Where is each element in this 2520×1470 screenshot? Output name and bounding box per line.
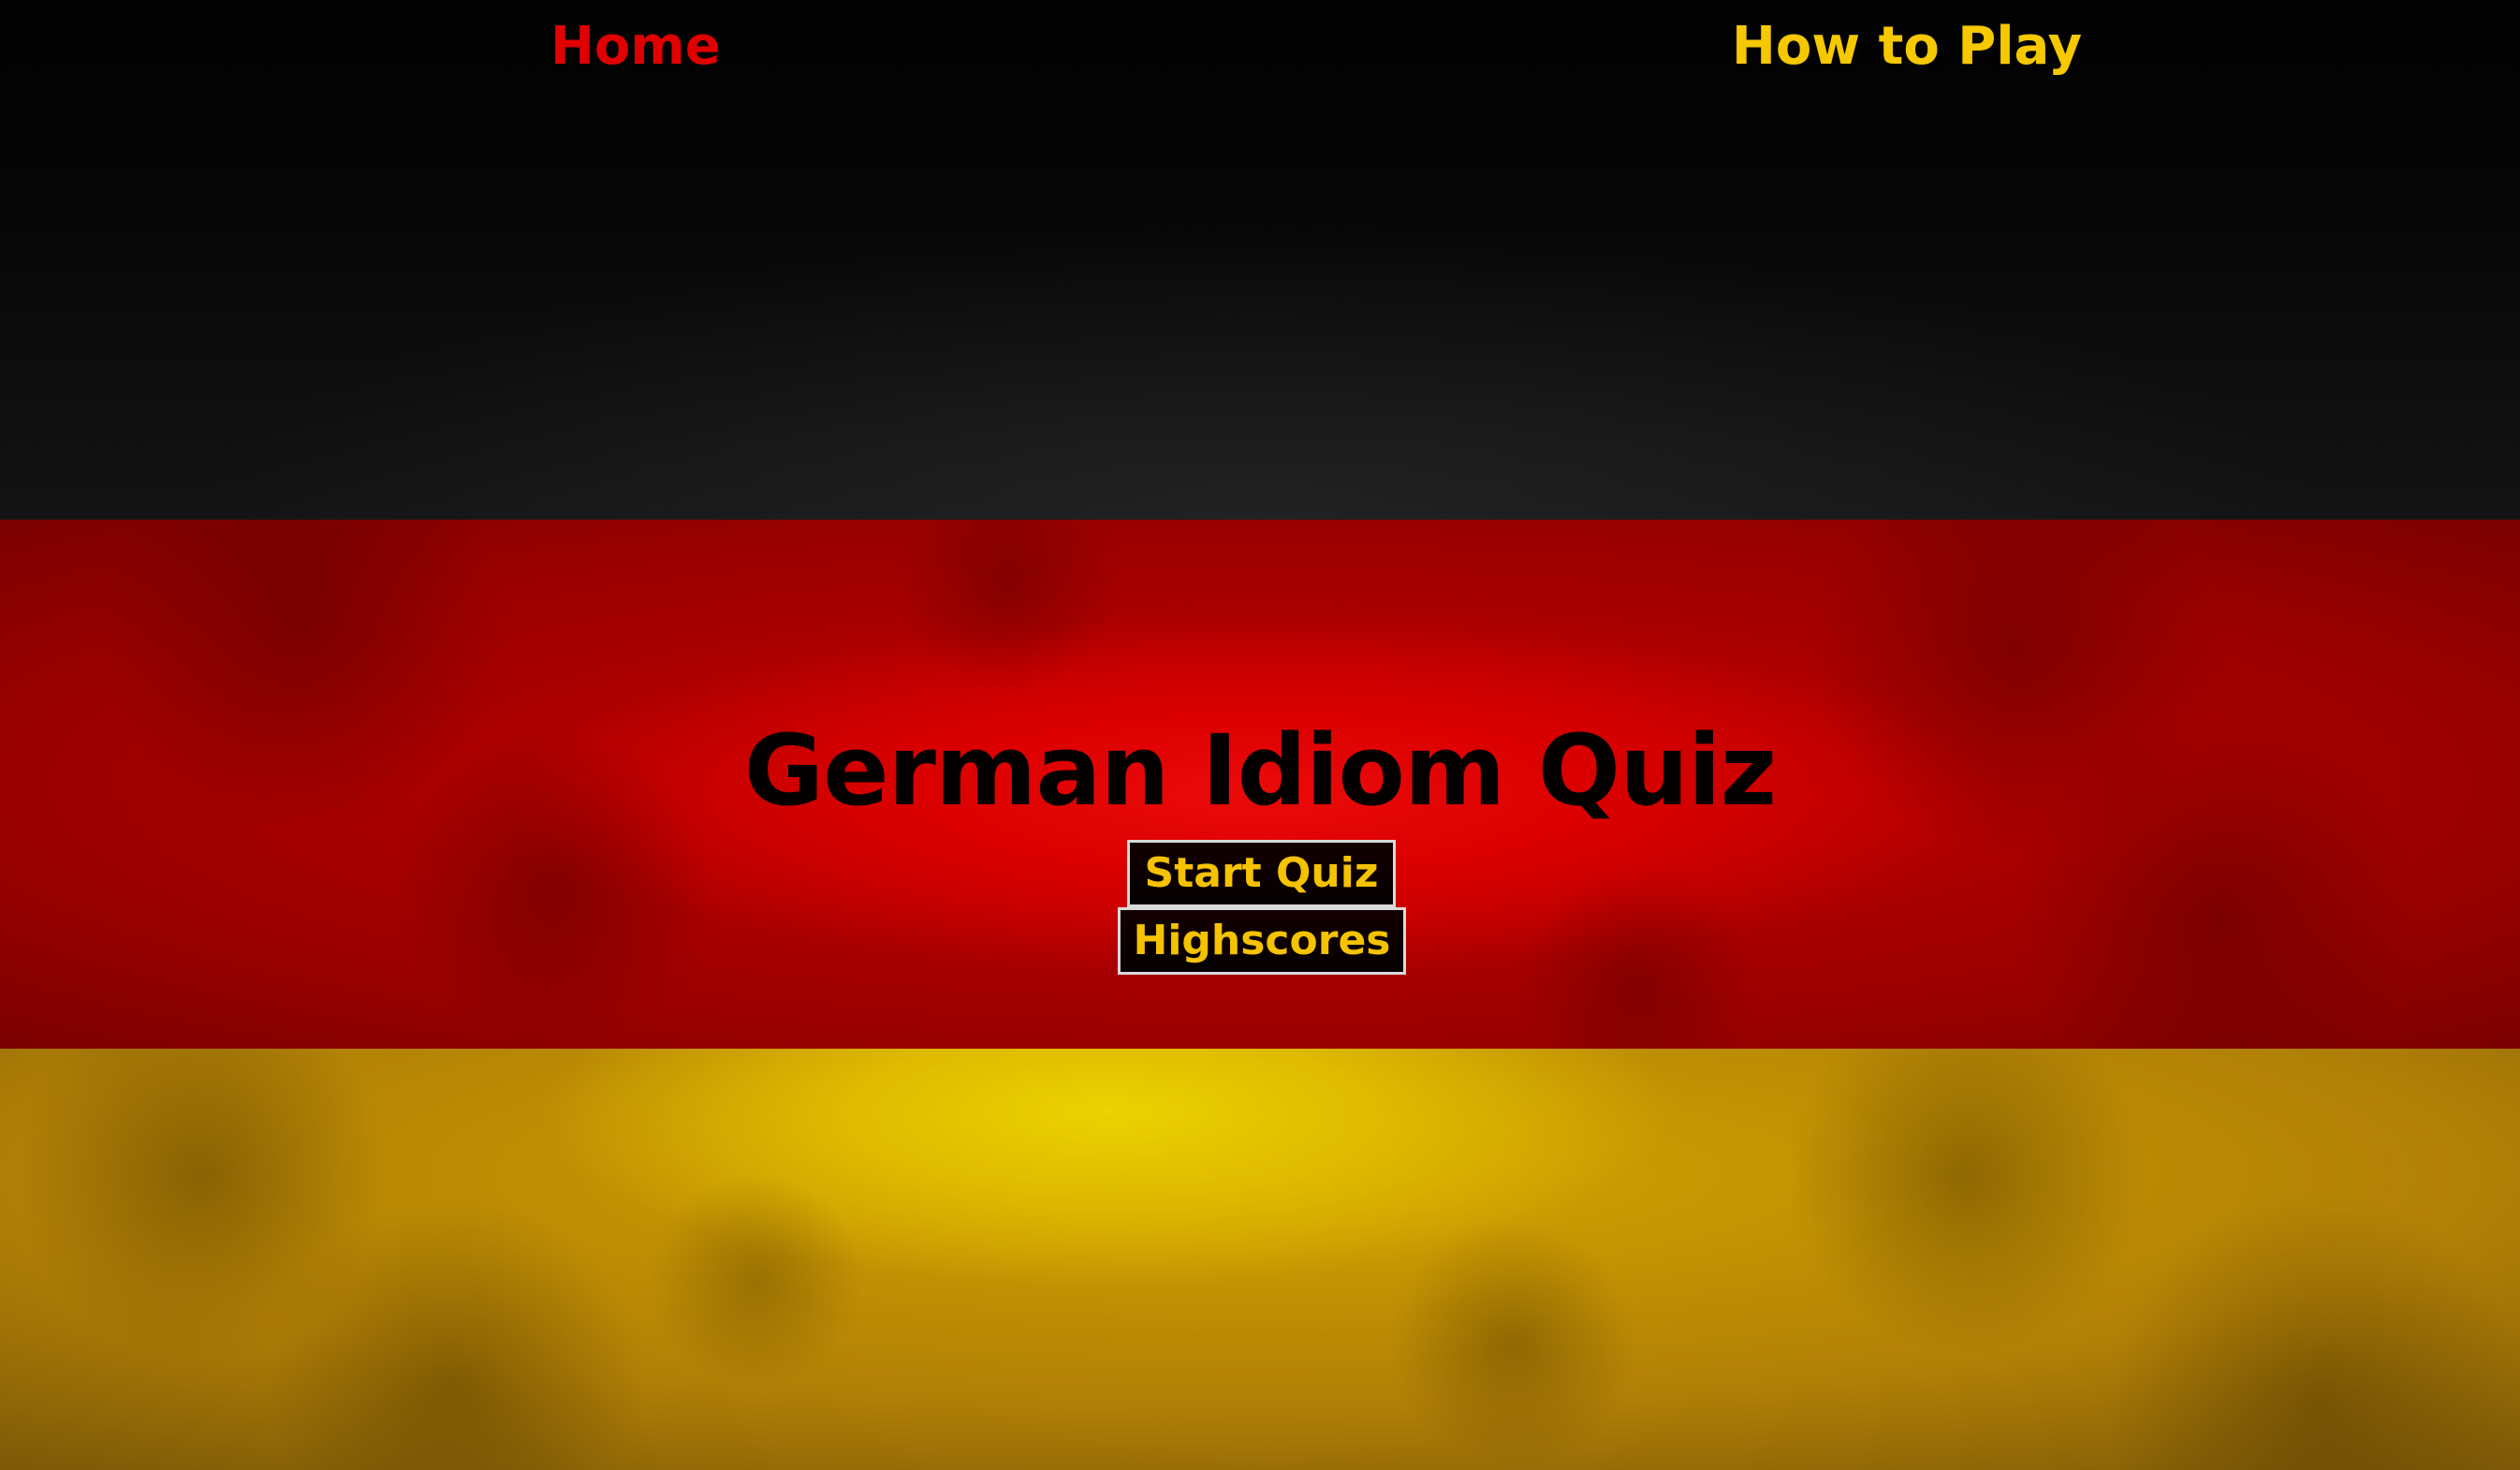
start-quiz-button[interactable]: Start Quiz xyxy=(1127,840,1396,907)
nav-link-home[interactable]: Home xyxy=(550,13,721,81)
nav-link-how-to-play[interactable]: How to Play xyxy=(1732,13,2082,81)
quiz-home-page: Home How to Play German Idiom Quiz Start… xyxy=(0,0,2520,1470)
top-navigation: Home How to Play xyxy=(0,0,2520,94)
flag-stripe-gold xyxy=(0,1049,2520,1470)
page-title: German Idiom Quiz xyxy=(743,713,1777,828)
highscores-button[interactable]: Highscores xyxy=(1118,907,1406,975)
